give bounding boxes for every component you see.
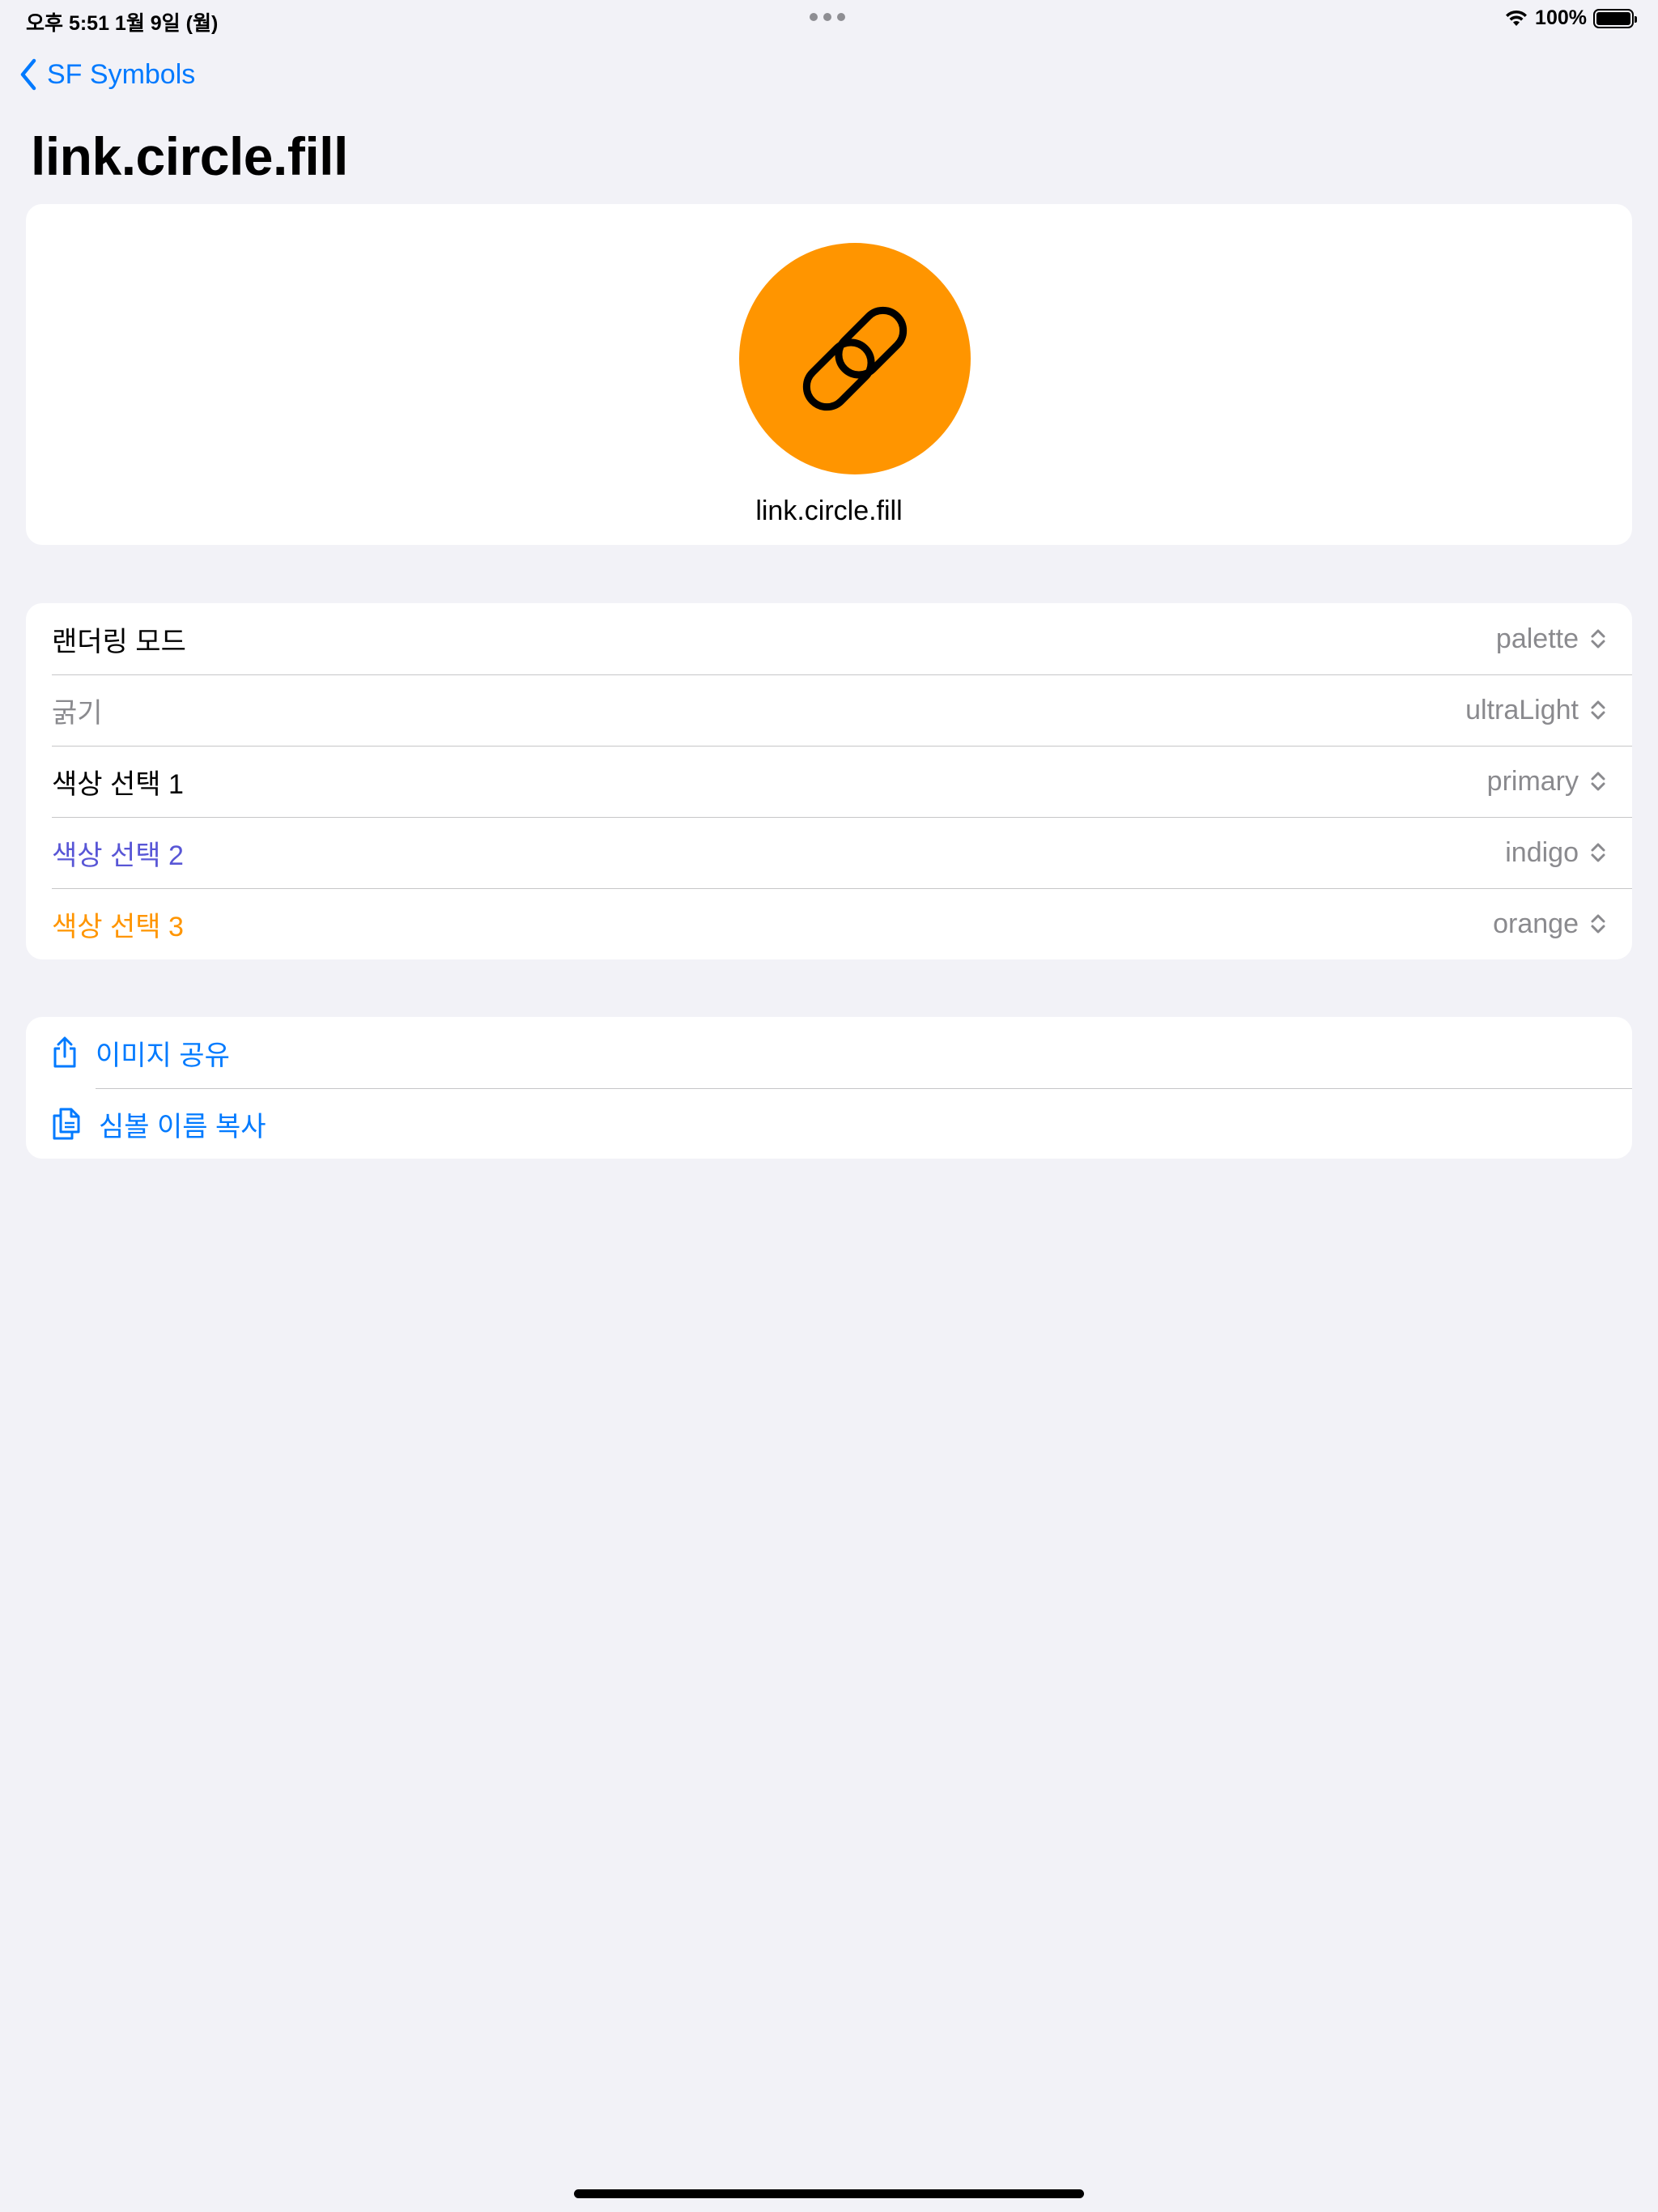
share-image-button[interactable]: 이미지 공유 xyxy=(26,1017,1632,1088)
battery-icon xyxy=(1593,8,1637,28)
copy-symbol-name-button[interactable]: 심볼 이름 복사 xyxy=(26,1088,1632,1159)
color-select-2-picker[interactable]: indigo xyxy=(1505,837,1606,869)
battery-fill xyxy=(1596,11,1630,25)
share-image-label: 이미지 공유 xyxy=(96,1040,230,1071)
status-time: 오후 5:51 1월 9일 (월) xyxy=(26,12,219,35)
rendering-mode-label: 랜더링 모드 xyxy=(52,626,186,657)
color-select-1-row[interactable]: 색상 선택 1 primary xyxy=(26,746,1632,817)
rendering-mode-picker[interactable]: palette xyxy=(1496,623,1606,655)
chevron-up-down-icon xyxy=(1591,629,1605,649)
page-title: link.circle.fill xyxy=(31,126,348,186)
share-icon xyxy=(53,1036,76,1068)
symbol-preview-circle xyxy=(739,243,971,474)
chevron-up-down-icon xyxy=(1591,772,1605,791)
rendering-mode-row[interactable]: 랜더링 모드 palette xyxy=(26,603,1632,674)
home-indicator[interactable] xyxy=(574,2189,1084,2198)
weight-label: 굵기 xyxy=(52,697,103,729)
chevron-up-down-icon xyxy=(1591,914,1605,934)
back-button-label: SF Symbols xyxy=(47,58,196,90)
wifi-icon xyxy=(1506,10,1528,26)
status-right: 100% xyxy=(1504,6,1637,30)
color-select-2-row[interactable]: 색상 선택 2 indigo xyxy=(26,817,1632,888)
color-select-2-label: 색상 선택 2 xyxy=(52,840,184,871)
color-select-1-value: primary xyxy=(1486,765,1579,797)
symbol-name-label: link.circle.fill xyxy=(755,496,903,526)
symbol-preview-card: link.circle.fill xyxy=(26,204,1632,545)
actions-card: 이미지 공유 심볼 이름 복사 xyxy=(26,1017,1632,1159)
weight-picker[interactable]: ultraLight xyxy=(1465,695,1606,726)
color-select-3-row[interactable]: 색상 선택 3 orange xyxy=(26,888,1632,959)
copy-symbol-name-label: 심볼 이름 복사 xyxy=(99,1111,266,1142)
status-bar: 오후 5:51 1월 9일 (월) 100% xyxy=(0,0,1658,39)
battery-percent: 100% xyxy=(1535,6,1587,29)
color-select-3-label: 색상 선택 3 xyxy=(52,911,184,942)
chevron-left-icon xyxy=(20,58,36,91)
color-select-3-value: orange xyxy=(1493,908,1579,939)
weight-value: ultraLight xyxy=(1465,694,1579,725)
color-select-2-value: indigo xyxy=(1505,836,1579,868)
back-button[interactable]: SF Symbols xyxy=(19,58,195,91)
weight-row[interactable]: 굵기 ultraLight xyxy=(26,674,1632,746)
link-icon xyxy=(802,306,908,411)
color-select-1-picker[interactable]: primary xyxy=(1487,766,1606,798)
chevron-up-down-icon xyxy=(1591,700,1605,720)
rendering-mode-value: palette xyxy=(1495,623,1579,654)
color-select-3-picker[interactable]: orange xyxy=(1493,908,1606,940)
color-select-1-label: 색상 선택 1 xyxy=(52,768,184,800)
settings-card: 랜더링 모드 palette 굵기 ultraLight 색상 선택 1 pri… xyxy=(26,603,1632,959)
multitasking-dots-icon[interactable] xyxy=(810,13,845,21)
copy-icon xyxy=(53,1108,80,1140)
chevron-up-down-icon xyxy=(1591,843,1605,862)
